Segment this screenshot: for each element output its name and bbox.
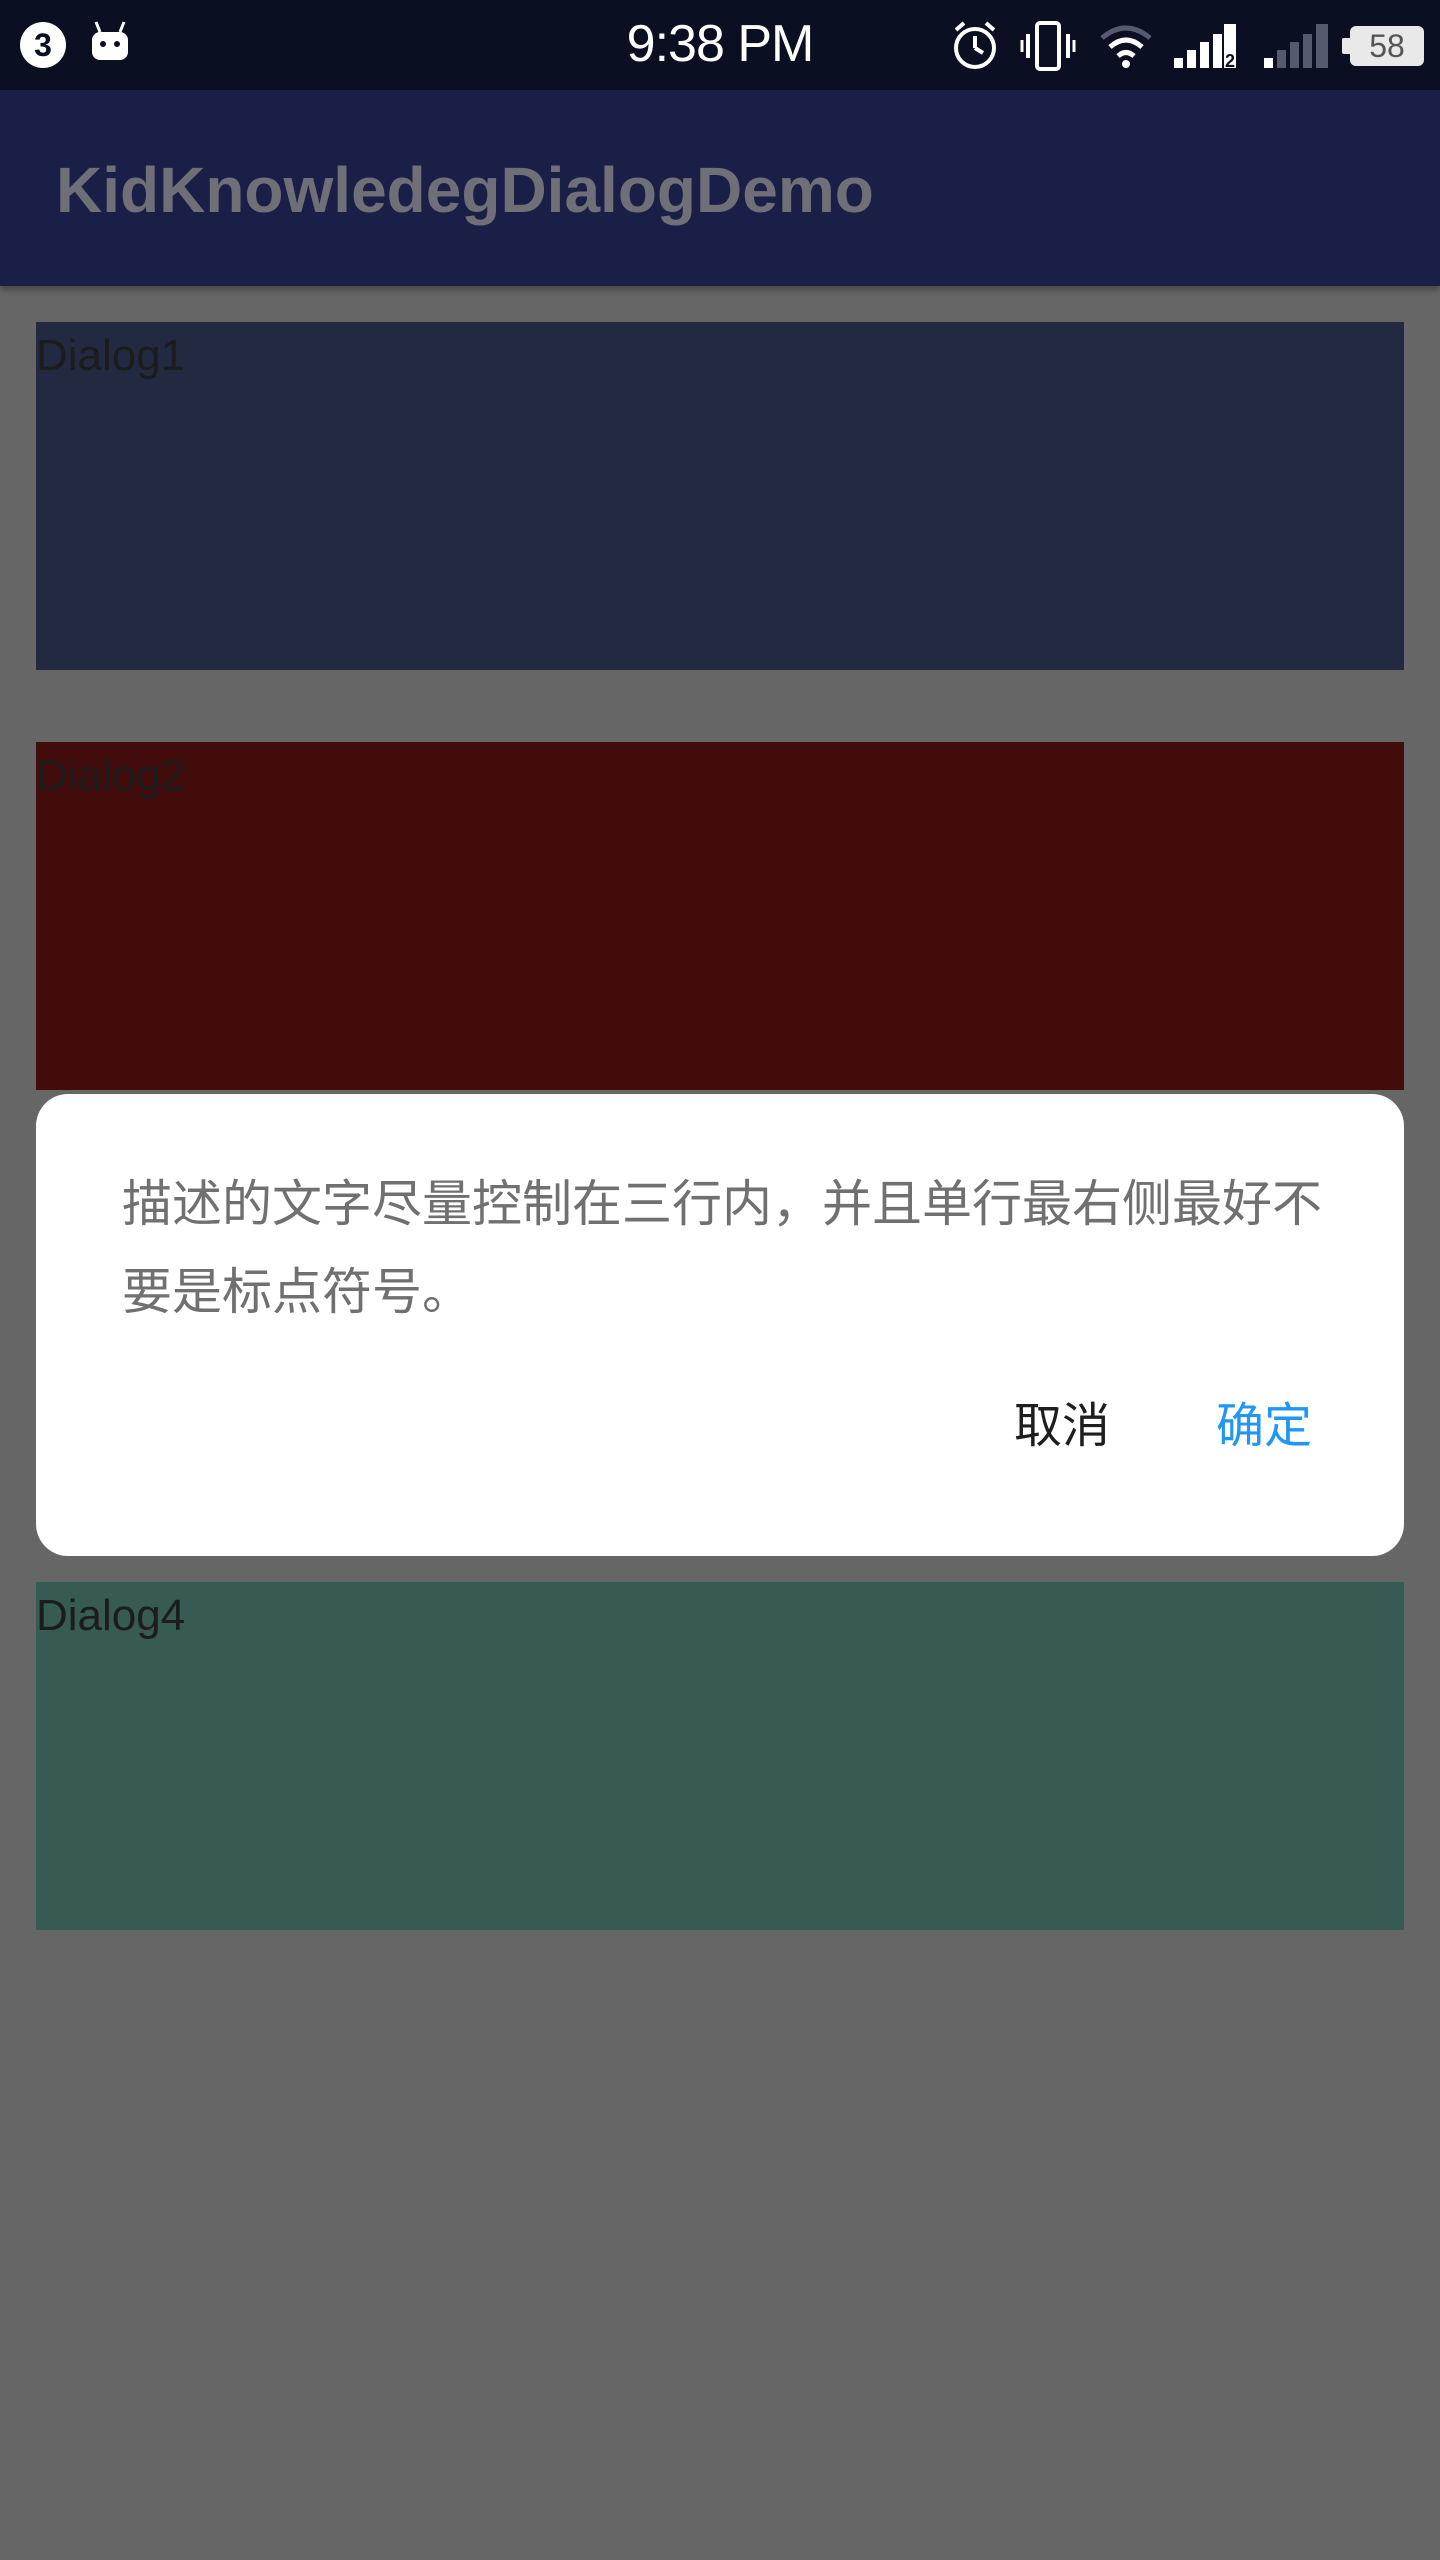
dialog1-label: Dialog1 — [36, 331, 186, 380]
signal-2-icon: 2 — [1174, 24, 1236, 71]
dialog4-label: Dialog4 — [36, 1591, 186, 1640]
dialog-message: 描述的文字尽量控制在三行内，并且单行最右侧最好不要是标点符号。 — [122, 1175, 1322, 1321]
dialog2-label: Dialog2 — [36, 751, 186, 800]
battery-level: 58 — [1350, 26, 1424, 66]
status-time: 9:38 PM — [626, 15, 815, 73]
signal-icon — [1264, 24, 1328, 68]
cancel-button[interactable]: 取消 — [1014, 1394, 1110, 1458]
dialog4-button[interactable]: Dialog4 — [36, 1582, 1404, 1930]
app-title: KidKnowledegDialogDemo — [56, 154, 874, 226]
dialog1-button[interactable]: Dialog1 — [36, 322, 1404, 670]
status-bar: 3 9:38 PM 2 58 — [0, 0, 1440, 90]
alert-dialog: 描述的文字尽量控制在三行内，并且单行最右侧最好不要是标点符号。 取消 确定 — [36, 1094, 1404, 1556]
battery-icon — [1342, 38, 1350, 54]
android-icon — [92, 21, 128, 60]
screen: 3 9:38 PM 2 58 KidKnowledegDialogDemo Di… — [0, 0, 1440, 2560]
notification-count-badge: 3 — [20, 22, 66, 68]
wifi-icon — [1100, 25, 1152, 68]
svg-text:2: 2 — [1225, 51, 1235, 71]
app-bar: KidKnowledegDialogDemo — [0, 90, 1440, 286]
vibrate-icon — [1020, 21, 1076, 71]
alarm-icon — [954, 21, 996, 69]
confirm-button[interactable]: 确定 — [1216, 1394, 1312, 1458]
dialog2-button[interactable]: Dialog2 — [36, 742, 1404, 1090]
